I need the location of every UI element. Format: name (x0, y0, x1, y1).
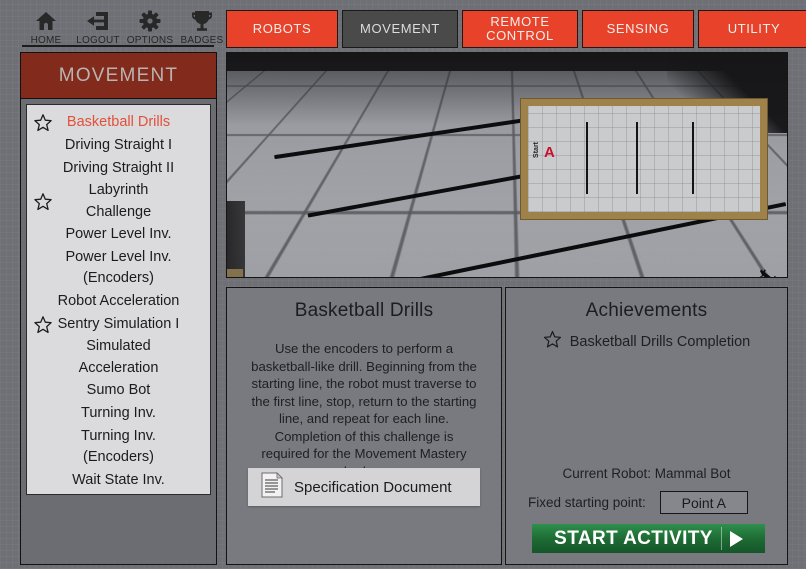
achievements-title: Achievements (585, 300, 708, 321)
activity-description: Use the encoders to perform a basketball… (251, 341, 477, 479)
sidebar-item-label: Turning Inv. (Encoders) (81, 427, 156, 466)
gear-icon (139, 8, 161, 34)
sidebar-item[interactable]: Driving Straight I (27, 134, 210, 157)
sidebar-item[interactable]: Basketball Drills (27, 111, 210, 134)
minimap-line-1 (586, 122, 588, 194)
sidebar-item-label: Turning Inv. (81, 405, 156, 422)
specification-document-button[interactable]: Specification Document (248, 468, 480, 506)
sidebar-item-label: Power Level Inv. (Encoders) (65, 248, 172, 287)
sidebar-item-label: Simulated Acceleration (78, 338, 159, 376)
tab-robots[interactable]: ROBOTS (226, 10, 338, 48)
tab-remote-control[interactable]: REMOTE CONTROL (462, 10, 578, 48)
sidebar-item-label: Wait State Inv. (72, 471, 165, 488)
nav-item-home[interactable]: HOME (20, 2, 72, 46)
sidebar-item[interactable]: Labyrinth Challenge (27, 180, 210, 224)
sidebar-item-label: Robot Acceleration (57, 292, 180, 309)
sidebar-item-label: Power Level Inv. (65, 226, 172, 243)
sidebar-item[interactable]: Turning Inv. (Encoders) (27, 426, 210, 470)
starting-point-select[interactable]: Point A (659, 491, 748, 514)
sidebar-item[interactable]: Wait State Inv. (27, 469, 210, 492)
achievement-label: Basketball Drills Completion (569, 334, 751, 350)
sidebar-activity-list: Basketball Drills Driving Straight I Drivi… (26, 104, 211, 495)
play-icon (729, 530, 743, 547)
star-icon (33, 113, 53, 133)
minimap-field: Start A (528, 106, 760, 212)
sidebar-item-label: Sumo Bot (86, 382, 151, 399)
home-icon (35, 8, 57, 34)
nav-item-logout[interactable]: LOGOUT (72, 2, 124, 46)
sidebar-item-label: Driving Straight II (62, 159, 175, 176)
trophy-icon (191, 8, 213, 34)
logout-icon (86, 8, 110, 34)
sidebar-item-label: Driving Straight I (64, 136, 173, 153)
minimap-start-label: Start (533, 142, 540, 158)
activity-title: Basketball Drills (294, 300, 434, 321)
start-activity-label: START ACTIVITY (554, 527, 713, 549)
tab-movement[interactable]: MOVEMENT (342, 10, 458, 48)
current-robot-label: Current Robot: Mammal Bot (562, 466, 731, 481)
sidebar-title: MOVEMENT (58, 64, 179, 86)
minimap-point-a-marker: A (544, 144, 555, 161)
start-activity-divider (720, 527, 722, 550)
top-bar: HOME LOGOUT OPTIONS BADGES ROBOTS MOVEME… (0, 0, 806, 48)
start-activity-button[interactable]: START ACTIVITY (532, 524, 765, 553)
sidebar-item[interactable]: Driving Straight II (27, 157, 210, 180)
star-icon (543, 330, 562, 354)
sidebar: MOVEMENT Basketball Drills Driving Straig… (20, 52, 217, 565)
starting-point-row: Fixed starting point: Point A (528, 491, 748, 514)
sidebar-item[interactable]: Simulated Acceleration (27, 336, 210, 380)
sidebar-item[interactable]: Sentry Simulation I (27, 313, 210, 336)
viewport-wall-left (227, 201, 245, 277)
sidebar-item-label: Basketball Drills (66, 113, 171, 130)
star-icon (33, 315, 53, 335)
star-icon (33, 192, 53, 212)
sidebar-item-label: Sentry Simulation I (57, 315, 180, 332)
nav-underline (22, 45, 214, 47)
sidebar-item[interactable]: Power Level Inv. (Encoders) (27, 247, 210, 291)
nav-item-badges[interactable]: BADGES (176, 2, 228, 46)
sidebar-item[interactable]: Robot Acceleration (27, 290, 210, 313)
sidebar-item[interactable]: Turning Inv. (27, 403, 210, 426)
minimap-overlay: Start A (520, 98, 768, 220)
achievement-item[interactable]: Basketball Drills Completion (506, 330, 787, 354)
tab-sensing[interactable]: SENSING (582, 10, 694, 48)
activity-detail-panel: Basketball Drills Use the encoders to pe… (226, 287, 502, 565)
tab-utility[interactable]: UTILITY (698, 10, 806, 48)
specification-document-label: Specification Document (294, 478, 452, 496)
main-tabs: ROBOTS MOVEMENT REMOTE CONTROL SENSING U… (226, 10, 806, 48)
sidebar-item-label: Labyrinth Challenge (85, 182, 152, 220)
sidebar-header: MOVEMENT (21, 53, 216, 99)
minimap-line-2 (636, 122, 638, 194)
document-icon (260, 471, 284, 503)
viewport-trim-left (227, 269, 243, 277)
minimap-line-3 (692, 122, 694, 194)
achievements-panel: Achievements Basketball Drills Completio… (505, 287, 788, 565)
starting-point-label: Fixed starting point: (528, 495, 646, 510)
global-nav: HOME LOGOUT OPTIONS BADGES (20, 0, 228, 46)
nav-item-options[interactable]: OPTIONS (124, 2, 176, 46)
sidebar-item[interactable]: Power Level Inv. (27, 224, 210, 247)
sidebar-item[interactable]: Sumo Bot (27, 380, 210, 403)
